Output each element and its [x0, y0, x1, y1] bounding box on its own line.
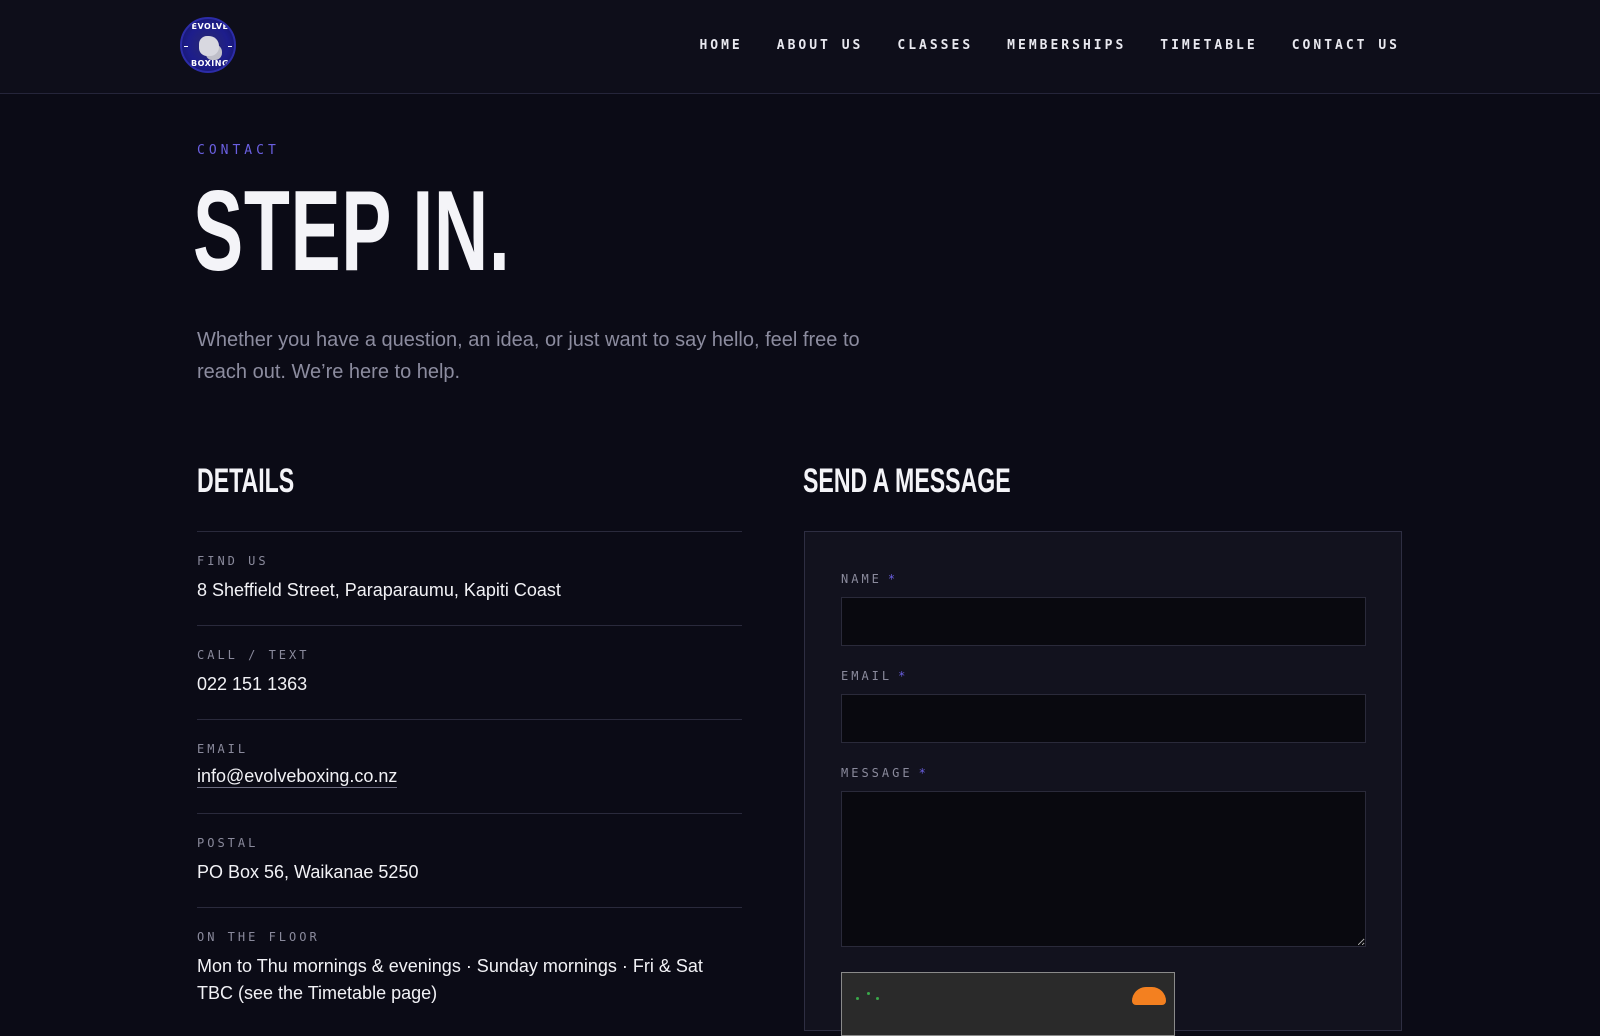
name-label: NAME * [841, 572, 898, 586]
nav-link-memberships[interactable]: MEMBERSHIPS [1007, 38, 1126, 53]
page-title: STEP IN. [193, 168, 511, 295]
email-label: EMAIL * [841, 669, 908, 683]
contact-form: NAME * EMAIL * MESSAGE * [804, 531, 1402, 1036]
message-label: MESSAGE * [841, 766, 929, 780]
detail-label: ON THE FLOOR [197, 930, 320, 944]
message-label-text: MESSAGE [841, 766, 913, 780]
email-input[interactable] [841, 694, 1366, 743]
detail-label: POSTAL [197, 836, 259, 850]
main-navigation: HOME ABOUT US CLASSES MEMBERSHIPS TIMETA… [699, 38, 1400, 53]
nav-link-classes[interactable]: CLASSES [897, 38, 973, 53]
email-link[interactable]: info@evolveboxing.co.nz [197, 765, 398, 788]
detail-label: CALL / TEXT [197, 648, 310, 662]
required-marker: * [887, 572, 899, 586]
name-input[interactable] [841, 597, 1366, 646]
detail-on-the-floor: ON THE FLOOR Mon to Thu mornings & eveni… [197, 908, 742, 1003]
nav-link-contact-us[interactable]: CONTACT US [1292, 38, 1400, 53]
logo-tick-left [184, 46, 188, 47]
required-marker: * [918, 766, 929, 780]
message-textarea[interactable] [841, 791, 1366, 947]
evolve-boxing-logo[interactable]: EVOLVE BOXING [180, 17, 236, 73]
site-header: EVOLVE BOXING HOME ABOUT US CLASSES MEMB… [0, 0, 1600, 94]
contact-details-list: FIND US 8 Sheffield Street, Paraparaumu,… [197, 531, 742, 1003]
required-marker: * [898, 669, 909, 683]
details-heading: DETAILS [197, 462, 295, 500]
detail-email: EMAIL info@evolveboxing.co.nz [197, 720, 742, 814]
captcha-spinner-dot [867, 992, 870, 995]
address-value: 8 Sheffield Street, Paraparaumu, Kapiti … [197, 580, 561, 600]
email-label-text: EMAIL [841, 669, 893, 683]
logo-text-bottom: BOXING [190, 59, 230, 68]
postal-value: PO Box 56, Waikanae 5250 [197, 862, 419, 882]
nav-link-timetable[interactable]: TIMETABLE [1160, 38, 1257, 53]
detail-find-us: FIND US 8 Sheffield Street, Paraparaumu,… [197, 532, 742, 626]
page-eyebrow: CONTACT [197, 143, 280, 158]
name-label-text: NAME [841, 572, 882, 586]
hours-value: Mon to Thu mornings & evenings · Sunday … [197, 956, 703, 1003]
send-message-heading: SEND A MESSAGE [803, 462, 1011, 500]
logo-text-top: EVOLVE [191, 22, 229, 31]
nav-link-home[interactable]: HOME [699, 38, 742, 53]
detail-label: EMAIL [197, 742, 249, 756]
nav-link-about-us[interactable]: ABOUT US [777, 38, 864, 53]
detail-label: FIND US [197, 554, 269, 568]
captcha-widget[interactable] [841, 972, 1175, 1036]
phone-value: 022 151 1363 [197, 674, 308, 694]
boxer-mascot-icon [199, 36, 219, 56]
detail-postal: POSTAL PO Box 56, Waikanae 5250 [197, 814, 742, 908]
detail-call-text: CALL / TEXT 022 151 1363 [197, 626, 742, 720]
cloudflare-icon [1132, 987, 1166, 1005]
page-intro: Whether you have a question, an idea, or… [197, 329, 860, 383]
logo-tick-right [228, 46, 232, 47]
